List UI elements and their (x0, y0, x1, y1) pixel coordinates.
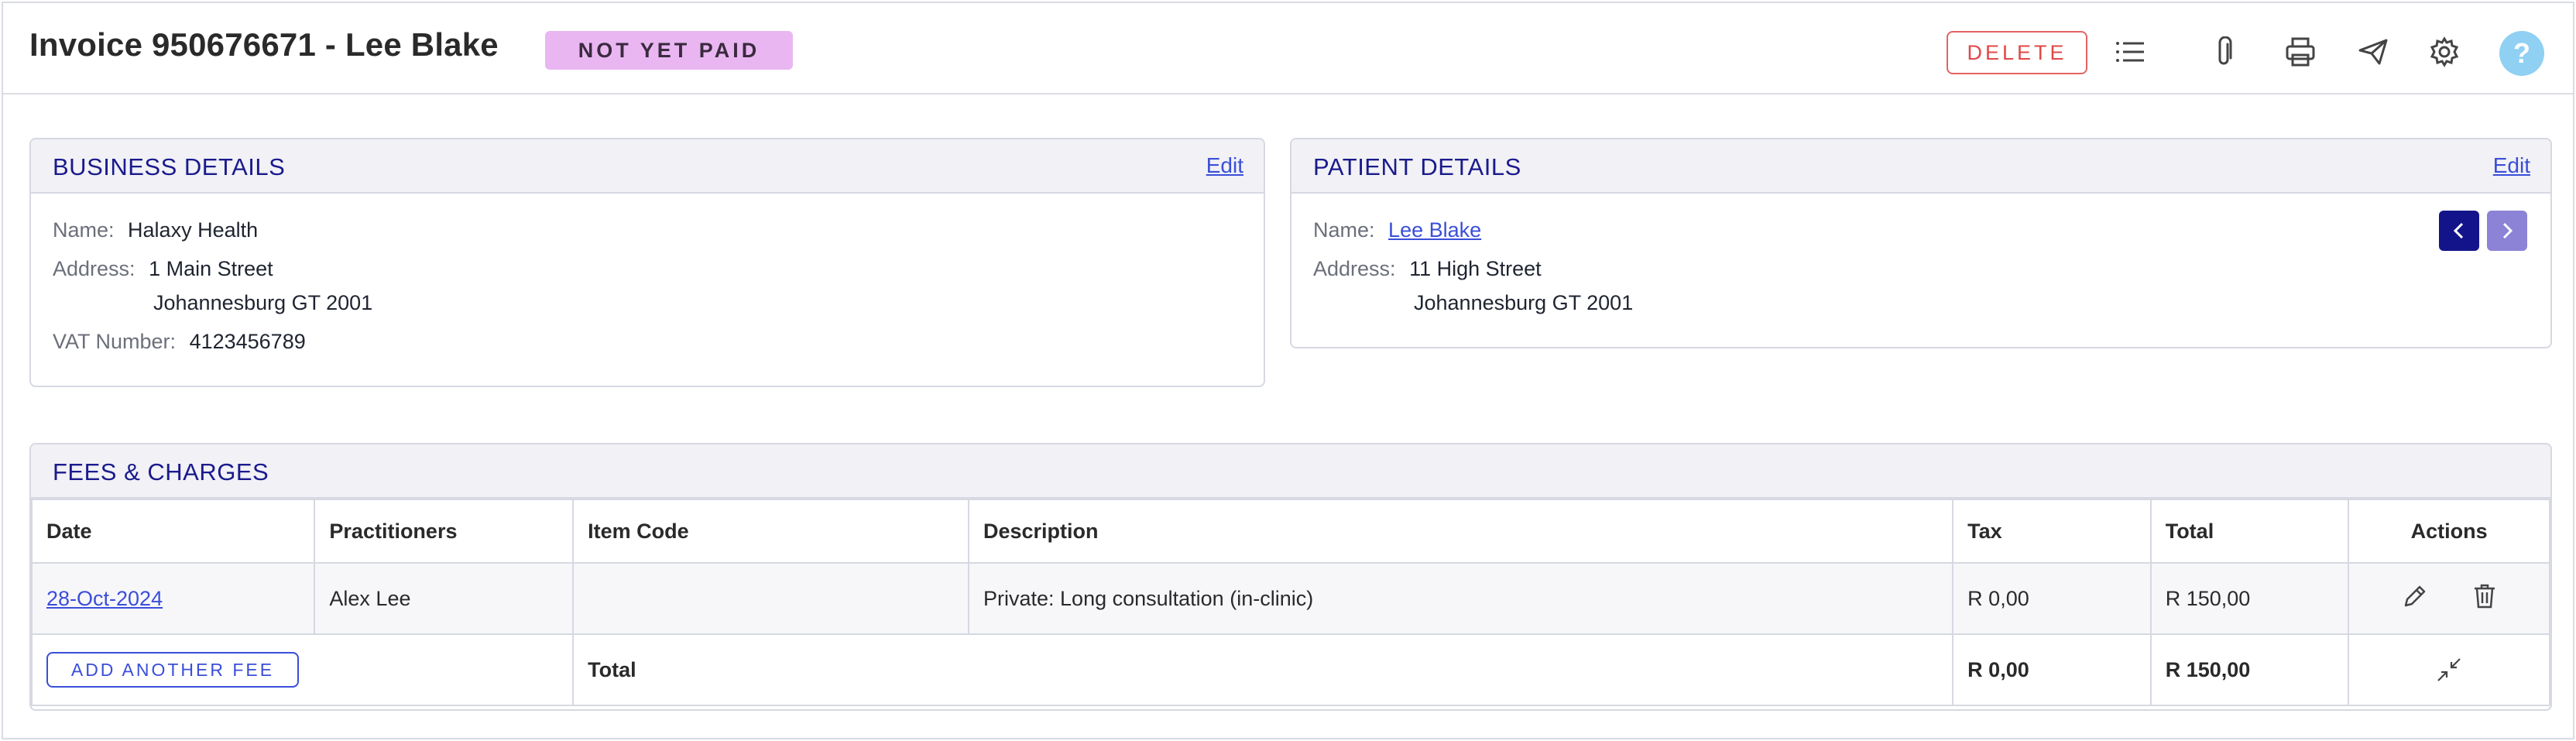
business-details-panel: BUSINESS DETAILS Edit Name: Halaxy Healt… (29, 138, 1265, 387)
fee-description: Private: Long consultation (in-clinic) (967, 562, 1954, 635)
table-header-row: Date Practitioners Item Code Description… (31, 499, 2550, 564)
column-header-date: Date (31, 499, 316, 564)
totals-row: ADD ANOTHER FEE Total R 0,00 R 150,00 (31, 633, 2550, 706)
column-header-description: Description (967, 499, 1954, 564)
collapse-icon[interactable] (2349, 656, 2549, 684)
business-name: Halaxy Health (128, 218, 259, 242)
patient-name-link[interactable]: Lee Blake (1388, 218, 1481, 242)
fees-charges-panel: FEES & CHARGES Date Practitioners Item C… (29, 443, 2552, 711)
list-icon[interactable] (2112, 34, 2148, 70)
patient-details-panel: PATIENT DETAILS Edit Name: Lee Blake Add… (1290, 138, 2552, 348)
business-details-title: BUSINESS DETAILS (53, 153, 286, 180)
status-badge: NOT YET PAID (545, 31, 793, 70)
fees-table: Date Practitioners Item Code Description… (31, 499, 2550, 706)
fee-practitioner: Alex Lee (314, 562, 575, 635)
business-name-label: Name: (53, 218, 115, 242)
patient-details-title: PATIENT DETAILS (1313, 153, 1521, 180)
invoice-page: Invoice 950676671 - Lee Blake NOT YET PA… (2, 2, 2574, 739)
page-header: Invoice 950676671 - Lee Blake NOT YET PA… (3, 3, 2573, 94)
vat-number-label: VAT Number: (53, 330, 177, 353)
business-address-label: Address: (53, 257, 135, 280)
fees-charges-title: FEES & CHARGES (53, 458, 269, 485)
chevron-right-icon (2502, 222, 2513, 239)
totals-amount: R 150,00 (2149, 633, 2350, 706)
patient-address-line2: Johannesburg GT 2001 (1414, 291, 1634, 314)
delete-fee-icon[interactable] (2473, 583, 2496, 615)
next-patient-button[interactable] (2487, 211, 2527, 251)
add-another-fee-button[interactable]: ADD ANOTHER FEE (46, 652, 299, 688)
column-header-total: Total (2149, 499, 2350, 564)
paperclip-icon[interactable] (2207, 34, 2242, 70)
column-header-actions: Actions (2348, 499, 2550, 564)
fee-item-code (572, 562, 969, 635)
column-header-item-code: Item Code (572, 499, 969, 564)
help-icon[interactable]: ? (2499, 31, 2544, 76)
table-row: 28-Oct-2024 Alex Lee Private: Long consu… (31, 562, 2550, 635)
patient-address-label: Address: (1313, 257, 1396, 280)
fee-tax: R 0,00 (1952, 562, 2152, 635)
business-address-line1: 1 Main Street (149, 257, 273, 280)
fee-date-link[interactable]: 28-Oct-2024 (46, 587, 163, 610)
patient-name-label: Name: (1313, 218, 1375, 242)
totals-label: Total (572, 633, 1954, 706)
patient-edit-link[interactable]: Edit (2493, 153, 2530, 178)
fee-total: R 150,00 (2149, 562, 2350, 635)
delete-button[interactable]: DELETE (1947, 31, 2087, 74)
previous-patient-button[interactable] (2439, 211, 2479, 251)
patient-address-line1: 11 High Street (1409, 257, 1542, 280)
gear-icon[interactable] (2427, 34, 2462, 70)
vat-number: 4123456789 (189, 330, 306, 353)
page-title: Invoice 950676671 - Lee Blake (29, 26, 499, 63)
fee-actions (2348, 562, 2550, 635)
business-edit-link[interactable]: Edit (1206, 153, 1243, 178)
chevron-left-icon (2453, 222, 2464, 239)
edit-fee-icon[interactable] (2402, 583, 2428, 615)
column-header-practitioners: Practitioners (314, 499, 575, 564)
totals-tax: R 0,00 (1952, 633, 2152, 706)
print-icon[interactable] (2283, 34, 2318, 70)
business-address-line2: Johannesburg GT 2001 (153, 291, 373, 314)
send-icon[interactable] (2355, 34, 2391, 70)
column-header-tax: Tax (1952, 499, 2152, 564)
